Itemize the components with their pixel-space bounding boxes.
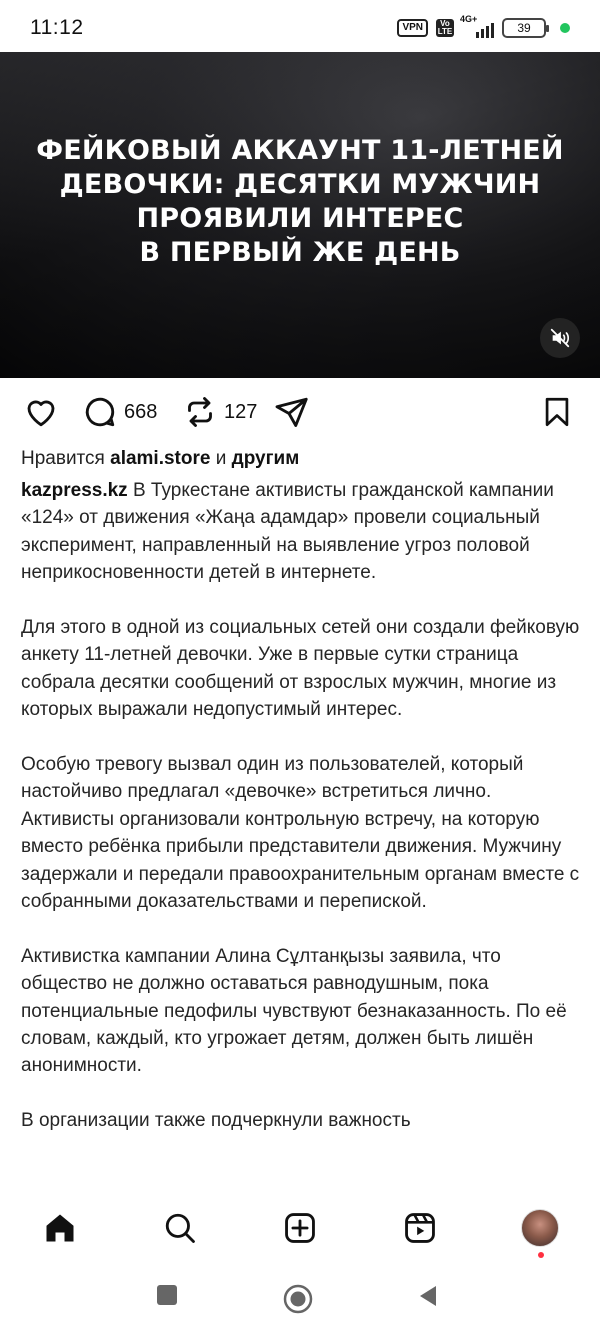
heart-icon bbox=[27, 400, 55, 427]
privacy-dot bbox=[560, 23, 570, 33]
caption-paragraph: Активистка кампании Алина Сұлтанқызы зая… bbox=[21, 945, 567, 1077]
nav-search[interactable] bbox=[160, 1208, 200, 1248]
post-caption: kazpress.kz В Туркестане активисты гражд… bbox=[21, 477, 587, 1162]
reposts-count: 127 bbox=[224, 400, 258, 423]
bottom-nav bbox=[0, 1190, 600, 1260]
comment-icon bbox=[85, 397, 115, 427]
notification-dot bbox=[538, 1252, 544, 1258]
comment-button[interactable]: 668 bbox=[82, 394, 157, 430]
network-type: 4G+ bbox=[460, 14, 478, 24]
recents-button[interactable] bbox=[156, 1284, 178, 1306]
post-video[interactable]: ФЕЙКОВЫЙ АККАУНТ 11-ЛЕТНЕЙ ДЕВОЧКИ: ДЕСЯ… bbox=[0, 52, 600, 378]
save-button[interactable] bbox=[540, 394, 574, 430]
send-icon bbox=[275, 397, 308, 427]
status-time: 11:12 bbox=[30, 16, 84, 39]
mute-button[interactable] bbox=[540, 318, 580, 358]
liker-username[interactable]: alami.store bbox=[110, 448, 210, 469]
likes-prefix: Нравится bbox=[21, 448, 105, 469]
speaker-muted-icon bbox=[550, 328, 570, 348]
likes-conj: и bbox=[215, 448, 227, 469]
like-button[interactable] bbox=[22, 394, 60, 430]
caption-paragraph: В организации также подчеркнули важность bbox=[21, 1110, 411, 1132]
caption-paragraph: Особую тревогу вызвал один из пользовате… bbox=[21, 754, 580, 913]
nav-home[interactable] bbox=[40, 1208, 80, 1248]
video-title: ФЕЙКОВЫЙ АККАУНТ 11-ЛЕТНЕЙ ДЕВОЧКИ: ДЕСЯ… bbox=[36, 135, 564, 268]
status-bar: 11:12 VPN Vo LTE 4G+ 39 bbox=[0, 0, 600, 52]
search-icon bbox=[165, 1213, 195, 1243]
battery-icon: 39 bbox=[502, 18, 549, 38]
nav-profile[interactable] bbox=[520, 1208, 560, 1248]
create-icon bbox=[285, 1213, 315, 1243]
system-nav bbox=[0, 1262, 600, 1333]
repost-icon bbox=[188, 397, 212, 427]
post-actions: 668 127 bbox=[0, 390, 600, 436]
signal-icon: 4G+ bbox=[460, 14, 494, 38]
vpn-icon: VPN bbox=[397, 19, 428, 37]
likes-line[interactable]: Нравится alami.store и другим bbox=[21, 448, 299, 470]
reels-icon bbox=[405, 1213, 435, 1243]
recents-icon bbox=[157, 1285, 177, 1305]
nav-reels[interactable] bbox=[400, 1208, 440, 1248]
volte-icon: Vo LTE bbox=[436, 19, 454, 37]
system-home-button[interactable] bbox=[283, 1284, 313, 1314]
nav-create[interactable] bbox=[280, 1208, 320, 1248]
home-icon bbox=[46, 1214, 74, 1242]
comments-count: 668 bbox=[124, 400, 158, 423]
battery-level: 39 bbox=[517, 21, 531, 35]
home-circle-icon bbox=[283, 1284, 313, 1314]
repost-button[interactable]: 127 bbox=[182, 394, 257, 430]
caption-username[interactable]: kazpress.kz bbox=[21, 480, 128, 501]
likes-others[interactable]: другим bbox=[232, 448, 300, 469]
status-icons: VPN Vo LTE 4G+ 39 bbox=[397, 14, 570, 40]
caption-paragraph: Для этого в одной из социальных сетей он… bbox=[21, 617, 580, 721]
avatar bbox=[521, 1209, 559, 1247]
share-button[interactable] bbox=[274, 394, 310, 430]
back-button[interactable] bbox=[416, 1284, 440, 1308]
caption-paragraph: kazpress.kz В Туркестане активисты гражд… bbox=[21, 477, 587, 587]
back-icon bbox=[420, 1286, 436, 1306]
bookmark-icon bbox=[545, 397, 569, 427]
